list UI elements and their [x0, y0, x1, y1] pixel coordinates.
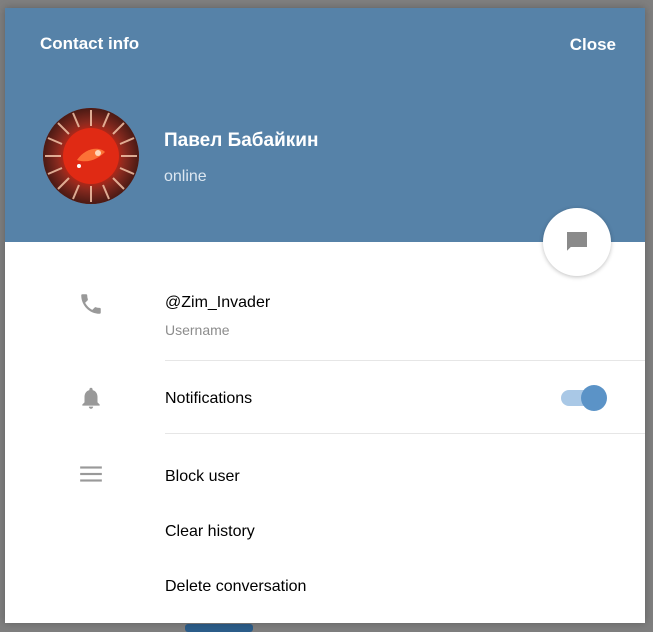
clear-history-button[interactable]: Clear history: [165, 523, 255, 541]
send-message-button[interactable]: [543, 208, 611, 276]
phone-icon: [77, 290, 105, 318]
notifications-toggle[interactable]: [559, 385, 609, 411]
bell-icon: [77, 384, 105, 412]
block-user-button[interactable]: Block user: [165, 468, 240, 486]
divider: [165, 360, 645, 361]
message-icon: [567, 232, 587, 251]
close-button[interactable]: Close: [570, 35, 616, 55]
contact-info-dialog: Contact info Close Павел Бабайкин online…: [5, 8, 645, 623]
avatar-image: [43, 108, 139, 204]
divider: [165, 433, 645, 434]
delete-conversation-button[interactable]: Delete conversation: [165, 578, 306, 596]
background-fragment: [185, 624, 253, 632]
username-caption: Username: [165, 322, 230, 338]
notifications-label: Notifications: [165, 390, 253, 407]
menu-icon: [77, 460, 105, 488]
avatar[interactable]: [43, 108, 139, 204]
dialog-header: Contact info Close Павел Бабайкин online: [5, 8, 645, 242]
contact-status: online: [164, 168, 207, 185]
dialog-title: Contact info: [40, 34, 140, 53]
contact-name: Павел Бабайкин: [164, 130, 319, 151]
username-value[interactable]: @Zim_Invader: [165, 294, 270, 312]
toggle-knob: [581, 385, 607, 411]
